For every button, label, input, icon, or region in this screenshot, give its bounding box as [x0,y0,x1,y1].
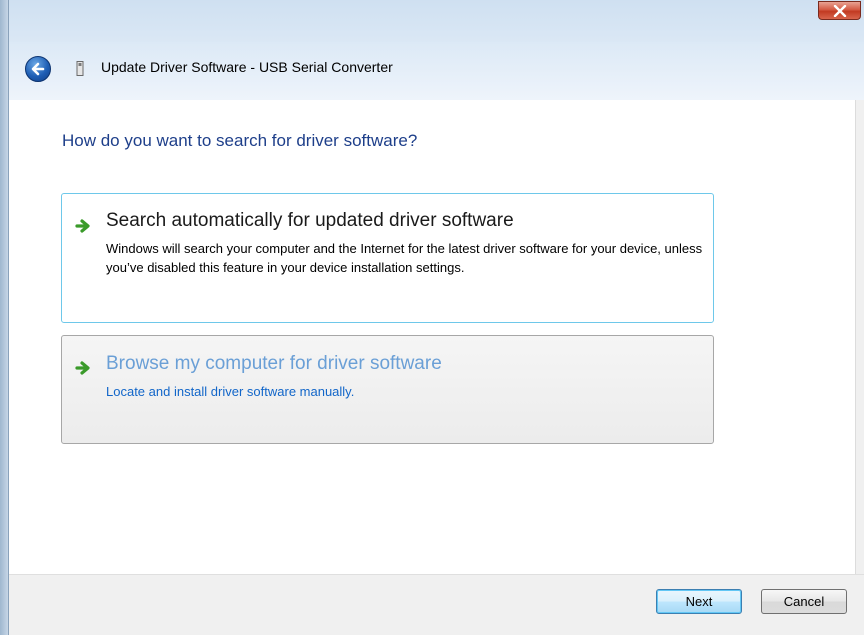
cancel-button[interactable]: Cancel [761,589,847,614]
browse-computer-option[interactable]: Browse my computer for driver software L… [61,335,714,444]
back-button[interactable] [25,56,51,82]
option-title: Search automatically for updated driver … [106,210,514,231]
search-automatically-option[interactable]: Search automatically for updated driver … [61,193,714,323]
option-description: Windows will search your computer and th… [106,241,703,275]
option-description: Locate and install driver software manua… [106,384,355,399]
back-arrow-icon [31,62,45,76]
dialog-content: How do you want to search for driver sof… [9,100,855,574]
option-title: Browse my computer for driver software [106,353,442,374]
close-icon [833,5,847,17]
update-driver-dialog: Update Driver Software - USB Serial Conv… [0,0,864,635]
dialog-footer: Next Cancel [9,574,864,635]
usb-device-icon [76,61,84,76]
green-arrow-icon [75,361,90,375]
next-button[interactable]: Next [656,589,742,614]
page-heading: How do you want to search for driver sof… [62,131,418,150]
green-arrow-icon [75,217,93,235]
window-title: Update Driver Software - USB Serial Conv… [101,59,393,75]
window-left-frame [0,0,9,635]
close-button[interactable] [818,1,861,20]
right-edge-strip [855,100,864,574]
